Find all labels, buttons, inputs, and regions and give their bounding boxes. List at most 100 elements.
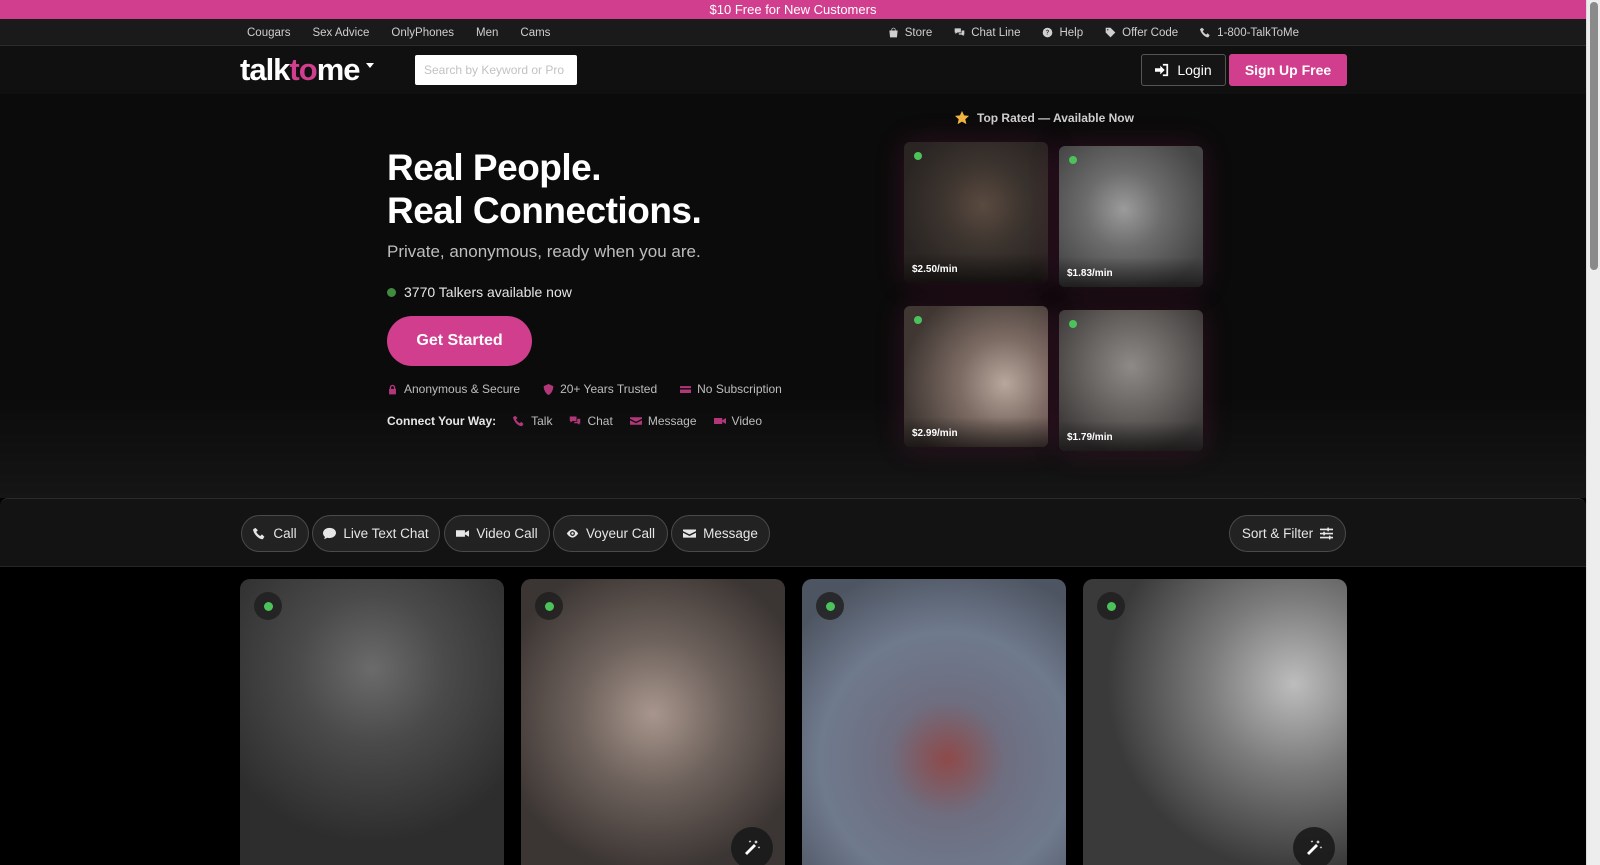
online-dot-icon: [825, 601, 835, 611]
connect-options: Connect Your Way: Talk Chat Message Vide…: [387, 414, 762, 428]
top-nav: Cougars Sex Advice OnlyPhones Men Cams S…: [0, 19, 1586, 46]
online-status-badge: [1097, 592, 1125, 620]
online-dot-icon: [914, 152, 922, 160]
video-icon: [713, 418, 726, 424]
online-dot-icon: [914, 316, 922, 324]
question-circle-icon: [1043, 27, 1053, 38]
nav-link-chat-line-label: Chat Line: [971, 26, 1021, 39]
connect-chat-label: Chat: [587, 414, 613, 428]
bag-icon: [889, 27, 898, 38]
filter-call-label: Call: [273, 526, 297, 541]
nav-link-onlyphones[interactable]: OnlyPhones: [391, 27, 454, 39]
filter-voyeur-call-button[interactable]: Voyeur Call: [553, 515, 668, 552]
nav-link-help-label: Help: [1059, 26, 1084, 39]
talker-card[interactable]: [802, 579, 1066, 865]
top-rated-tile[interactable]: $1.79/min: [1059, 310, 1203, 451]
nav-link-phone-label: 1-800-TalkToMe: [1217, 26, 1299, 39]
promo-text[interactable]: $10 Free for New Customers: [710, 2, 877, 17]
online-dot-icon: [1069, 156, 1077, 164]
filter-call-button[interactable]: Call: [241, 515, 309, 552]
tile-price: $1.83/min: [1067, 268, 1113, 279]
chat-bubbles-icon: [954, 28, 965, 36]
hero-title-line1: Real People.: [387, 147, 602, 188]
lock-icon: [389, 384, 396, 394]
signup-button[interactable]: Sign Up Free: [1229, 54, 1347, 86]
scrollbar-thumb[interactable]: [1590, 2, 1598, 270]
talker-grid: [0, 567, 1586, 865]
online-dot-icon: [263, 601, 273, 611]
connect-label: Connect Your Way:: [387, 414, 497, 428]
trust-badge-no-subscription: No Subscription: [680, 382, 782, 396]
nav-link-store[interactable]: Store: [888, 27, 932, 39]
logo-part-me: me: [316, 52, 361, 87]
magic-wand-icon: [1307, 840, 1322, 855]
video-icon: [456, 530, 470, 537]
trust-badge-years: 20+ Years Trusted: [543, 382, 657, 396]
sort-filter-label: Sort & Filter: [1241, 526, 1314, 541]
connect-video-label: Video: [731, 414, 763, 428]
page-scrollbar[interactable]: [1586, 0, 1600, 865]
signup-label: Sign Up Free: [1244, 62, 1332, 78]
get-started-button[interactable]: Get Started: [387, 316, 532, 366]
sort-filter-button[interactable]: Sort & Filter: [1229, 515, 1346, 552]
magic-wand-button[interactable]: [731, 827, 773, 865]
connect-chat-link[interactable]: Chat: [569, 414, 613, 428]
filter-live-text-chat-button[interactable]: Live Text Chat: [312, 515, 440, 552]
caret-down-icon[interactable]: [365, 62, 374, 68]
login-button[interactable]: Login: [1141, 54, 1226, 86]
connect-talk-label: Talk: [531, 414, 553, 428]
logo[interactable]: talk to me: [240, 52, 374, 88]
logo-part-to: to: [289, 52, 317, 87]
talker-card[interactable]: [521, 579, 785, 865]
magic-wand-button[interactable]: [1293, 827, 1335, 865]
nav-link-sex-advice[interactable]: Sex Advice: [312, 27, 369, 39]
search-input[interactable]: [415, 55, 577, 85]
nav-link-cams[interactable]: Cams: [520, 27, 550, 39]
top-rated-tile[interactable]: $2.50/min: [904, 142, 1048, 283]
nav-link-offer-code[interactable]: Offer Code: [1105, 27, 1178, 39]
connect-video-link[interactable]: Video: [713, 414, 763, 428]
top-nav-left: Cougars Sex Advice OnlyPhones Men Cams: [247, 19, 550, 46]
filter-video-call-label: Video Call: [476, 526, 538, 541]
top-rated-tile[interactable]: $2.99/min: [904, 306, 1048, 447]
top-nav-right: Store Chat Line Help Offer Code 1-800-Ta…: [888, 19, 1299, 46]
nav-link-cougars[interactable]: Cougars: [247, 27, 290, 39]
envelope-icon: [629, 417, 642, 425]
talker-card[interactable]: [240, 579, 504, 865]
trust-badge-years-label: 20+ Years Trusted: [560, 382, 658, 396]
trust-badge-anonymous-label: Anonymous & Secure: [404, 382, 521, 396]
tile-price: $1.79/min: [1067, 432, 1113, 443]
connect-message-link[interactable]: Message: [629, 414, 697, 428]
talker-card[interactable]: [1083, 579, 1347, 865]
chat-bubble-icon: [323, 527, 337, 540]
top-rated-heading: Top Rated — Available Now: [955, 111, 1134, 125]
nav-link-men[interactable]: Men: [476, 27, 498, 39]
get-started-label: Get Started: [416, 332, 503, 349]
nav-link-help[interactable]: Help: [1042, 27, 1083, 39]
tag-icon: [1105, 27, 1116, 38]
filter-video-call-button[interactable]: Video Call: [444, 515, 550, 552]
top-rated-tile[interactable]: $1.83/min: [1059, 146, 1203, 287]
filter-voyeur-call-label: Voyeur Call: [585, 526, 656, 541]
trust-badge-no-subscription-label: No Subscription: [697, 382, 782, 396]
hero-subtitle: Private, anonymous, ready when you are.: [387, 242, 701, 261]
phone-icon: [1200, 27, 1210, 38]
filter-bar: Call Live Text Chat Video Call Voyeur Ca…: [0, 498, 1586, 567]
nav-link-phone[interactable]: 1-800-TalkToMe: [1200, 27, 1299, 39]
sign-in-icon: [1155, 63, 1169, 77]
login-label: Login: [1177, 62, 1212, 78]
phone-icon: [513, 415, 524, 427]
hero-title: Real People. Real Connections.: [387, 146, 702, 232]
trust-badge-anonymous: Anonymous & Secure: [387, 382, 520, 396]
logo-part-talk: talk: [240, 52, 290, 87]
filter-live-text-chat-label: Live Text Chat: [343, 526, 429, 541]
online-status-badge: [254, 592, 282, 620]
nav-link-chat-line[interactable]: Chat Line: [954, 27, 1020, 39]
promo-banner[interactable]: $10 Free for New Customers: [0, 0, 1586, 19]
online-dot-icon: [544, 601, 554, 611]
trust-badges: Anonymous & Secure 20+ Years Trusted No …: [387, 382, 782, 396]
connect-talk-link[interactable]: Talk: [513, 414, 552, 428]
page: $10 Free for New Customers Cougars Sex A…: [0, 0, 1600, 865]
filter-message-button[interactable]: Message: [671, 515, 770, 552]
eye-icon: [566, 529, 579, 538]
